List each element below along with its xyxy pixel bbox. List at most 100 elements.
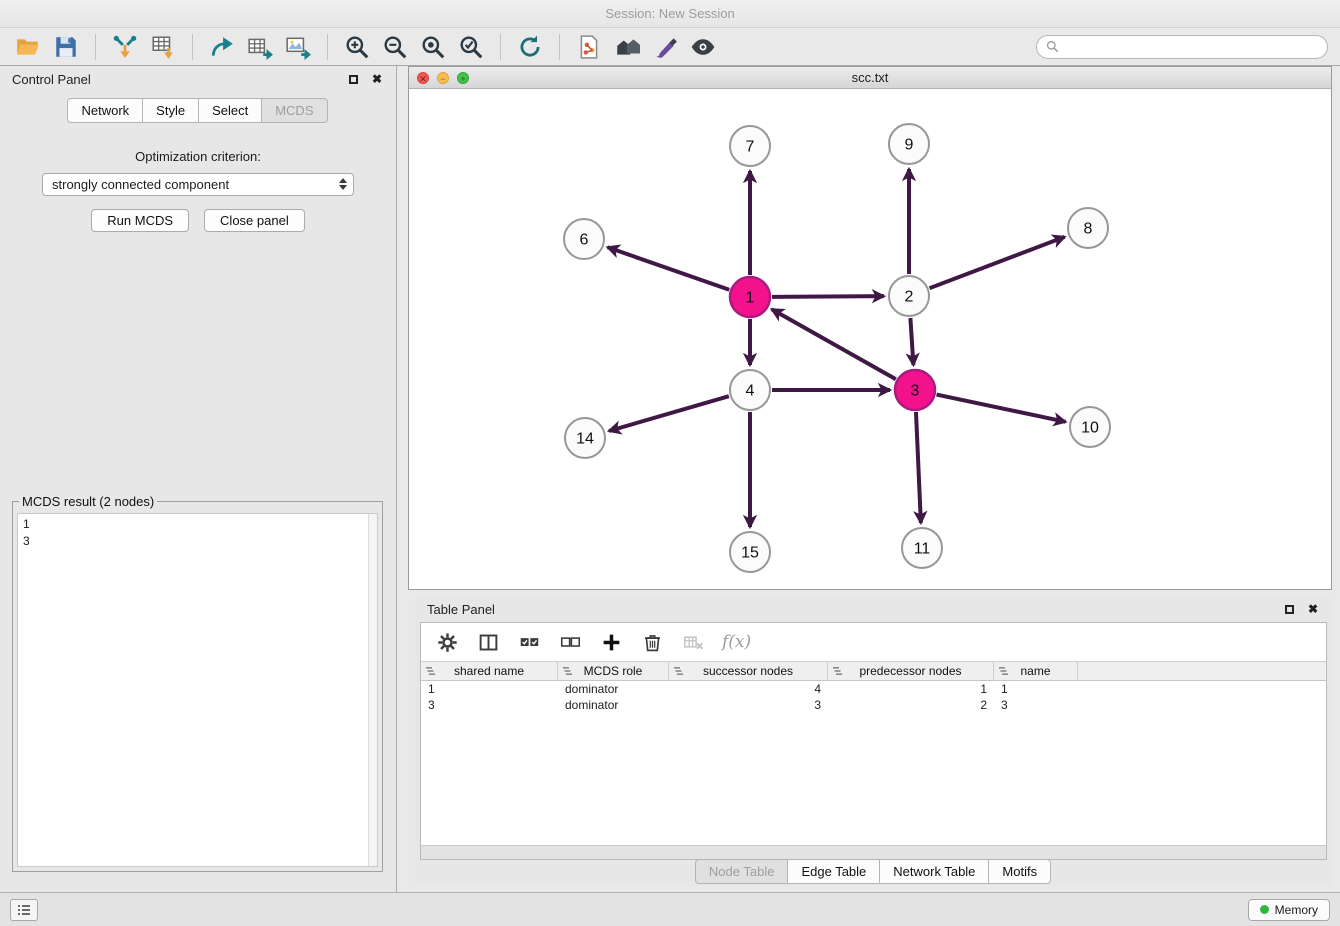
graph-node-7[interactable]: 7 — [730, 126, 770, 166]
edge-3-11[interactable] — [916, 412, 921, 523]
search-box[interactable] — [1036, 35, 1328, 59]
criterion-select-value: strongly connected component — [52, 177, 229, 192]
table-cell[interactable]: 1 — [828, 681, 994, 697]
graph-node-14[interactable]: 14 — [565, 418, 605, 458]
column-header-name[interactable]: name — [994, 662, 1078, 680]
graph-node-3[interactable]: 3 — [895, 370, 935, 410]
maximize-window-icon[interactable]: + — [457, 72, 469, 84]
export-table-icon[interactable] — [244, 32, 276, 62]
tab-node-table[interactable]: Node Table — [695, 859, 789, 884]
eye-icon[interactable] — [687, 32, 719, 62]
memory-status-dot-icon — [1260, 905, 1269, 914]
edge-2-8[interactable] — [930, 237, 1065, 288]
column-header-MCDS-role[interactable]: MCDS role — [558, 662, 669, 680]
table-row[interactable]: 3dominator323 — [421, 697, 1326, 713]
table-cell[interactable]: dominator — [558, 681, 669, 697]
criterion-select[interactable]: strongly connected component — [42, 173, 354, 196]
minimize-window-icon[interactable]: − — [437, 72, 449, 84]
column-header-predecessor-nodes[interactable]: predecessor nodes — [828, 662, 994, 680]
close-panel-icon[interactable]: ✖ — [370, 72, 384, 86]
export-image-icon[interactable] — [282, 32, 314, 62]
apply-layout-icon[interactable] — [514, 32, 546, 62]
graph-node-2[interactable]: 2 — [889, 276, 929, 316]
table-row[interactable]: 1dominator411 — [421, 681, 1326, 697]
edge-1-6[interactable] — [608, 247, 730, 289]
float-table-panel-icon[interactable] — [1282, 602, 1296, 616]
delete-column-icon[interactable] — [640, 630, 664, 654]
table-toolbar: f(x) — [421, 623, 1326, 661]
table-header-row: shared name MCDS rolesuccessor nodesprede… — [421, 661, 1326, 681]
show-columns-icon[interactable] — [476, 630, 500, 654]
search-input[interactable] — [1065, 40, 1318, 54]
select-all-icon[interactable] — [517, 630, 541, 654]
open-session-icon[interactable] — [12, 32, 44, 62]
deselect-all-icon[interactable] — [558, 630, 582, 654]
close-table-panel-icon[interactable]: ✖ — [1306, 602, 1320, 616]
export-network-icon[interactable] — [206, 32, 238, 62]
control-panel-title: Control Panel — [12, 72, 91, 87]
network-overview-icon[interactable] — [573, 32, 605, 62]
close-window-icon[interactable]: ✕ — [417, 72, 429, 84]
graph-node-1[interactable]: 1 — [730, 277, 770, 317]
column-header-label: shared name — [454, 664, 524, 678]
main-toolbar — [0, 28, 1340, 66]
graph-node-11[interactable]: 11 — [902, 528, 942, 568]
column-header-shared-name[interactable]: shared name — [421, 662, 558, 680]
style-brush-icon[interactable] — [649, 32, 681, 62]
control-panel: Control Panel ✖ NetworkStyleSelectMCDS O… — [0, 66, 397, 892]
network-window-titlebar[interactable]: ✕ − + scc.txt — [409, 67, 1331, 89]
edge-1-2[interactable] — [772, 296, 884, 297]
table-cell[interactable]: 3 — [994, 697, 1078, 713]
tab-motifs[interactable]: Motifs — [988, 859, 1051, 884]
import-table-icon[interactable] — [147, 32, 179, 62]
mcds-result-item[interactable]: 1 — [23, 516, 372, 533]
table-cell[interactable]: 4 — [669, 681, 828, 697]
close-panel-button[interactable]: Close panel — [204, 209, 305, 232]
zoom-fit-icon[interactable] — [417, 32, 449, 62]
home-icon[interactable] — [611, 32, 643, 62]
edge-3-10[interactable] — [937, 395, 1066, 422]
mcds-result-title: MCDS result (2 nodes) — [19, 494, 157, 509]
column-header-successor-nodes[interactable]: successor nodes — [669, 662, 828, 680]
edge-2-3[interactable] — [910, 318, 913, 365]
network-svg[interactable]: 7 9 6 8 1 2 4 3 14 10 15 11 — [409, 89, 1331, 589]
save-session-icon[interactable] — [50, 32, 82, 62]
graph-node-8[interactable]: 8 — [1068, 208, 1108, 248]
memory-button[interactable]: Memory — [1248, 899, 1330, 921]
window-title: Session: New Session — [605, 6, 734, 21]
table-cell[interactable]: 1 — [994, 681, 1078, 697]
table-cell[interactable]: 3 — [421, 697, 558, 713]
tab-select[interactable]: Select — [198, 98, 262, 123]
tab-network[interactable]: Network — [67, 98, 143, 123]
import-network-icon[interactable] — [109, 32, 141, 62]
table-cell[interactable]: dominator — [558, 697, 669, 713]
table-cell[interactable]: 3 — [669, 697, 828, 713]
edge-4-14[interactable] — [609, 396, 729, 431]
table-cell[interactable]: 1 — [421, 681, 558, 697]
node-label: 14 — [576, 431, 594, 448]
tab-mcds[interactable]: MCDS — [261, 98, 327, 123]
mcds-result-list[interactable]: 13 — [17, 513, 378, 867]
tab-style[interactable]: Style — [142, 98, 199, 123]
edge-3-1[interactable] — [772, 309, 896, 379]
mcds-result-item[interactable]: 3 — [23, 533, 372, 550]
graph-node-10[interactable]: 10 — [1070, 407, 1110, 447]
result-scrollbar[interactable] — [368, 514, 377, 866]
zoom-selected-icon[interactable] — [455, 32, 487, 62]
run-mcds-button[interactable]: Run MCDS — [91, 209, 189, 232]
zoom-in-icon[interactable] — [341, 32, 373, 62]
graph-node-9[interactable]: 9 — [889, 124, 929, 164]
tab-network-table[interactable]: Network Table — [879, 859, 989, 884]
table-settings-gear-icon[interactable] — [435, 630, 459, 654]
table-panel-title: Table Panel — [427, 602, 495, 617]
graph-node-15[interactable]: 15 — [730, 532, 770, 572]
task-history-button[interactable] — [10, 899, 38, 921]
graph-node-6[interactable]: 6 — [564, 219, 604, 259]
add-column-icon[interactable] — [599, 630, 623, 654]
float-panel-icon[interactable] — [346, 72, 360, 86]
zoom-out-icon[interactable] — [379, 32, 411, 62]
tab-edge-table[interactable]: Edge Table — [787, 859, 880, 884]
table-cell[interactable]: 2 — [828, 697, 994, 713]
graph-node-4[interactable]: 4 — [730, 370, 770, 410]
delete-table-icon-disabled — [681, 630, 705, 654]
